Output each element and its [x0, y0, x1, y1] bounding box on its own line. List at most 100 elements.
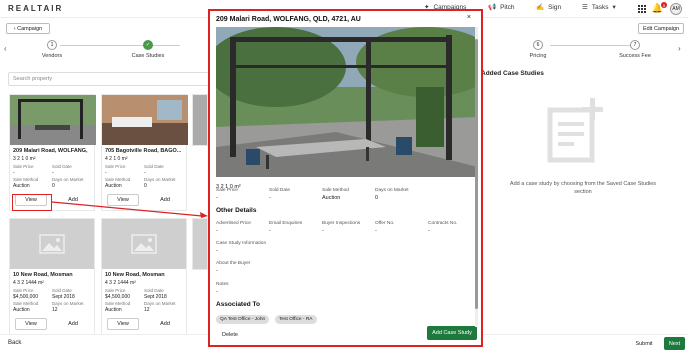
field-label: Contracts No. [428, 221, 458, 226]
field-value: - [428, 228, 430, 234]
modal-field: Email Enquiries - [269, 221, 322, 234]
about-buyer-value: - [216, 268, 218, 274]
add-button[interactable]: Add [57, 318, 89, 330]
check-icon: ✓ [143, 40, 153, 50]
back-to-campaign-button[interactable]: ‹ Campaign [6, 23, 50, 34]
delete-button[interactable]: Delete [216, 328, 244, 342]
step-number: 7 [630, 40, 640, 50]
tasks-icon: ☰ [582, 4, 588, 11]
step-vendors[interactable]: 1 Vendors [22, 40, 82, 59]
card-value: Auction [105, 183, 122, 189]
field-value: - [216, 195, 218, 201]
step-case-studies[interactable]: ✓ Case Studies [118, 40, 178, 59]
notes-label: Notes [216, 282, 229, 287]
modal-field: Contracts No. - [428, 221, 478, 234]
field-label: Buyer Inspections [322, 221, 361, 226]
back-to-campaign-label: Campaign [17, 25, 43, 32]
view-button[interactable]: View [15, 318, 47, 330]
associated-heading: Associated To [216, 301, 260, 308]
property-photo-large [216, 27, 478, 177]
card-address: 10 New Road, Mosman [13, 272, 73, 278]
search-input[interactable]: Search property [8, 72, 236, 86]
card-address: 10 New Road, Mosman [105, 272, 165, 278]
case-study-info-value: - [216, 248, 218, 254]
added-case-studies-panel: Added Case Studies Add a case study by c… [478, 70, 688, 330]
nav-tasks[interactable]: ☰ Tasks ▾ [582, 3, 616, 12]
image-placeholder-icon [102, 219, 186, 269]
card-address: 705 Bagotville Road, BAGO... [105, 148, 182, 154]
image-placeholder-icon [10, 219, 94, 269]
other-details-heading: Other Details [216, 207, 257, 214]
field-label: Advertised Price [216, 221, 251, 226]
card-value: $4,500,000 [13, 294, 39, 300]
view-button[interactable]: View [107, 318, 139, 330]
notes-value: - [216, 289, 218, 295]
edit-campaign-button[interactable]: Edit Campaign [638, 23, 684, 34]
card-features: 4 3 2 1444 m² [13, 280, 44, 286]
chevron-down-icon: ▾ [612, 4, 616, 11]
step-number: 1 [47, 40, 57, 50]
nav-pitch[interactable]: 📢 Pitch [488, 3, 515, 12]
modal-field: Sold Date - [269, 188, 322, 201]
app-logo: REALTAIR [8, 4, 64, 13]
pitch-icon: 📢 [488, 4, 497, 11]
stepper-prev-icon[interactable]: ‹ [4, 44, 7, 53]
scrollbar-thumb[interactable] [475, 39, 478, 309]
modal-field: Days on Market 0 [375, 188, 435, 201]
close-icon[interactable]: × [467, 14, 471, 21]
card-value: 0 [144, 183, 147, 189]
step-success-fee[interactable]: 7 Success Fee [605, 40, 665, 59]
card-label: Sale Price [105, 164, 126, 169]
step-label: Pricing [529, 53, 547, 59]
property-photo [193, 95, 207, 145]
annotation-arrow-icon [51, 201, 208, 218]
card-label: Sale Method [105, 301, 131, 306]
add-button[interactable]: Add [149, 318, 181, 330]
stepper-next-icon[interactable]: › [678, 44, 681, 53]
modal-field: Sale Method Auction [322, 188, 375, 201]
field-value: - [375, 228, 377, 234]
modal-field: Advertised Price - [216, 221, 269, 234]
card-value: - [105, 170, 107, 176]
next-button[interactable]: Next [664, 337, 685, 350]
image-placeholder-icon [193, 219, 207, 269]
nav-sign[interactable]: ✍ Sign [536, 3, 562, 12]
card-label: Sale Method [105, 177, 131, 182]
about-buyer-label: About the Buyer [216, 261, 251, 266]
card-label: Sold Date [52, 288, 72, 293]
nav-sign-label: Sign [548, 3, 562, 11]
back-button[interactable]: Back [8, 340, 21, 346]
user-avatar[interactable]: AM [670, 3, 682, 15]
step-number: 6 [533, 40, 543, 50]
property-card-partial [192, 94, 208, 146]
card-features: 4 3 2 1444 m² [105, 280, 136, 286]
step-pricing[interactable]: 6 Pricing [508, 40, 568, 59]
property-card: 10 New Road, Mosman 4 3 2 1444 m² Sale P… [101, 218, 187, 335]
card-value: - [144, 170, 146, 176]
card-label: Sale Price [105, 288, 126, 293]
apps-grid-icon[interactable] [638, 5, 646, 13]
card-value: - [52, 170, 54, 176]
modal-scrollbar[interactable] [475, 27, 478, 327]
card-label: Sale Method [13, 301, 39, 306]
nav-tasks-label: Tasks [591, 3, 609, 11]
field-value: - [216, 228, 218, 234]
property-photo [10, 95, 96, 145]
field-value: 0 [375, 195, 379, 201]
associated-chip: Test Office - RA [275, 315, 317, 324]
case-study-modal: 209 Malari Road, WOLFANG, QLD, 4721, AU … [208, 9, 483, 347]
card-label: Days on Market [144, 177, 176, 182]
add-case-study-button[interactable]: Add Case Study [427, 326, 477, 340]
field-label: Sale Method [322, 188, 349, 193]
field-label: Days on Market [375, 188, 409, 193]
card-label: Sold Date [144, 288, 164, 293]
modal-field: Sale Price - [216, 188, 269, 201]
property-card: 10 New Road, Mosman 4 3 2 1444 m² Sale P… [9, 218, 95, 335]
property-card-partial [192, 218, 208, 270]
step-label: Success Fee [619, 53, 651, 59]
field-label: Sale Price [216, 188, 238, 193]
panel-title: Added Case Studies [481, 70, 544, 77]
submit-button[interactable]: Submit [630, 337, 658, 350]
notification-badge: 5 [661, 2, 667, 8]
step-label: Case Studies [131, 53, 165, 59]
